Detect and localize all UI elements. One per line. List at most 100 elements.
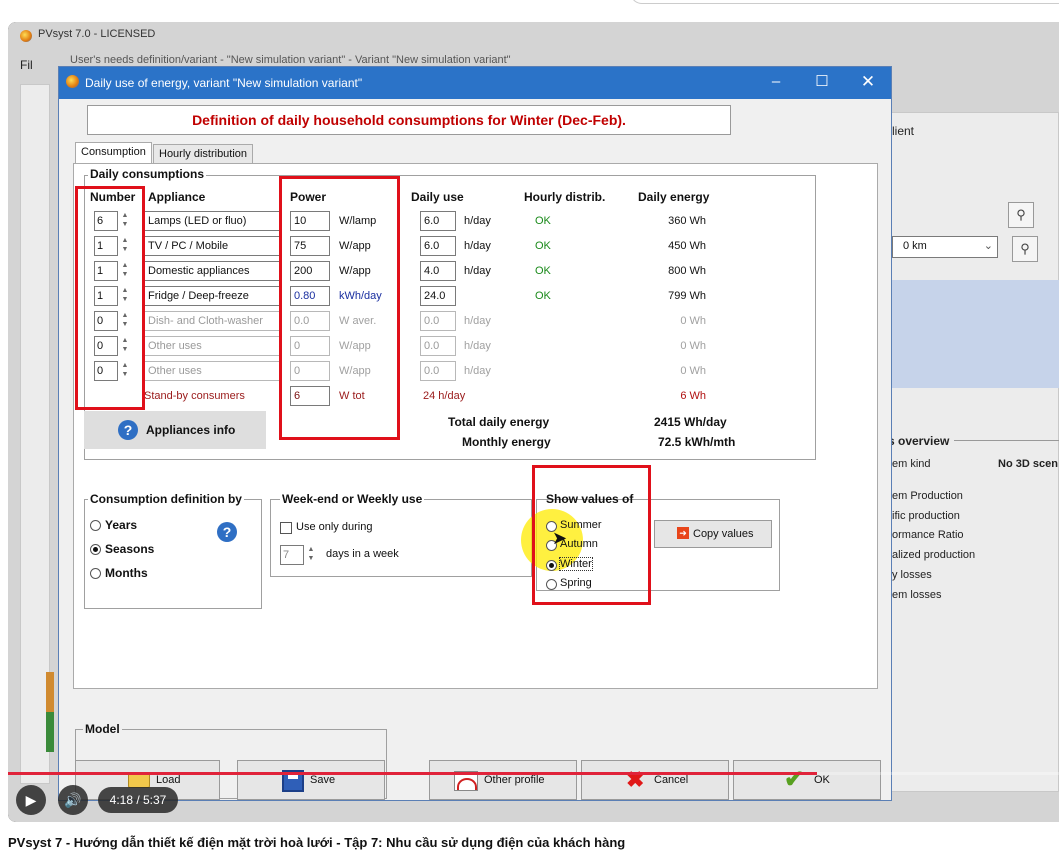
standby-label: Stand-by consumers bbox=[144, 390, 245, 402]
radio-months-label: Months bbox=[105, 566, 148, 580]
spinner-arrows-icon[interactable]: ▲ ▼ bbox=[306, 545, 316, 565]
other-profile-label: Other profile bbox=[484, 774, 545, 786]
volume-icon[interactable]: 🔊 bbox=[58, 785, 88, 815]
row-appliance-field[interactable]: Fridge / Deep-freeze bbox=[144, 286, 280, 306]
row-hourly-status: OK bbox=[535, 215, 551, 227]
row-appliance-field[interactable]: Domestic appliances bbox=[144, 261, 280, 281]
copy-values-button[interactable]: ➜ Copy values bbox=[654, 520, 772, 548]
dialog-titlebar: Daily use of energy, variant "New simula… bbox=[59, 67, 891, 99]
row-use-unit: h/day bbox=[464, 365, 491, 377]
search-bar-edge[interactable] bbox=[630, 0, 1059, 4]
consumption-def-title: Consumption definition by bbox=[88, 492, 244, 506]
row-appliance-field[interactable]: Lamps (LED or fluo) bbox=[144, 211, 280, 231]
row-daily-use-field[interactable]: 0.0 bbox=[420, 336, 456, 356]
row-daily-energy: 0 Wh bbox=[680, 315, 706, 327]
progress-bar[interactable] bbox=[8, 772, 817, 775]
consumption-help-icon[interactable]: ? bbox=[217, 522, 237, 542]
row-use-unit: h/day bbox=[464, 340, 491, 352]
daily-consumptions-title: Daily consumptions bbox=[88, 167, 207, 181]
col-appliance: Appliance bbox=[148, 190, 206, 204]
minimize-button[interactable]: – bbox=[753, 67, 799, 99]
file-menu[interactable]: Fil bbox=[20, 58, 33, 72]
monthly-label: Monthly energy bbox=[462, 435, 551, 449]
weekend-title: Week-end or Weekly use bbox=[280, 492, 425, 506]
row-daily-energy: 799 Wh bbox=[668, 290, 706, 302]
help-icon: ? bbox=[118, 420, 138, 440]
row-daily-energy: 0 Wh bbox=[680, 365, 706, 377]
green-check-icon: ✔ bbox=[784, 766, 805, 793]
copy-values-label: Copy values bbox=[693, 528, 754, 540]
row-use-unit: h/day bbox=[464, 315, 491, 327]
row-use-unit: h/day bbox=[464, 240, 491, 252]
save-label: Save bbox=[310, 774, 336, 786]
overview-title: s overview bbox=[888, 434, 950, 448]
ok-button[interactable]: ✔ OK bbox=[733, 760, 881, 800]
row-daily-use-field[interactable]: 24.0 bbox=[420, 286, 456, 306]
days-label: days in a week bbox=[326, 548, 399, 560]
row-hourly-status: OK bbox=[535, 240, 551, 252]
row-hourly-status: OK bbox=[535, 265, 551, 277]
days-value: 7 bbox=[280, 545, 304, 565]
zoom-icon[interactable]: ⚲ bbox=[1008, 202, 1034, 228]
overview-divider bbox=[954, 440, 1059, 441]
close-button[interactable]: ✕ bbox=[845, 67, 891, 99]
right-blue-area bbox=[886, 280, 1059, 388]
page-header: Definition of daily household consumptio… bbox=[87, 105, 731, 135]
radio-years-label: Years bbox=[105, 518, 138, 532]
distance-select[interactable]: 0 km ⌄ bbox=[892, 236, 998, 258]
folder-icon bbox=[128, 773, 150, 788]
weekend-group bbox=[270, 499, 532, 577]
zoom-icon-2[interactable]: ⚲ bbox=[1012, 236, 1038, 262]
video-caption: PVsyst 7 - Hướng dẫn thiết kế điện mặt t… bbox=[8, 835, 626, 850]
daily-use-dialog: Daily use of energy, variant "New simula… bbox=[58, 66, 892, 801]
days-spinner[interactable]: 7 ▲ ▼ bbox=[280, 545, 316, 565]
load-label: Load bbox=[156, 774, 181, 786]
row-appliance-field[interactable]: Other uses bbox=[144, 336, 280, 356]
row-daily-use-field[interactable]: 0.0 bbox=[420, 311, 456, 331]
row-daily-use-field[interactable]: 6.0 bbox=[420, 236, 456, 256]
tab-consumption[interactable]: Consumption bbox=[75, 142, 152, 164]
row-daily-energy: 0 Wh bbox=[680, 340, 706, 352]
other-profile-button[interactable]: Other profile bbox=[429, 760, 577, 800]
appliances-info-button[interactable]: ? Appliances info bbox=[84, 411, 266, 449]
overview-line-1: em Production bbox=[892, 490, 963, 502]
behind-window-title: User's needs definition/variant - "New s… bbox=[70, 54, 511, 66]
maximize-button[interactable]: ☐ bbox=[799, 67, 845, 99]
standby-daily-use: 24 h/day bbox=[423, 390, 466, 402]
arrow-right-icon: ➜ bbox=[677, 527, 689, 539]
appliances-info-label: Appliances info bbox=[146, 423, 236, 437]
save-button[interactable]: Save bbox=[237, 760, 385, 800]
row-use-unit: h/day bbox=[464, 265, 491, 277]
row-use-unit: h/day bbox=[464, 215, 491, 227]
annotation-box-power bbox=[279, 176, 400, 440]
play-button[interactable]: ▶ bbox=[16, 785, 46, 815]
overview-line-2: ific production bbox=[892, 510, 960, 522]
row-daily-energy: 360 Wh bbox=[668, 215, 706, 227]
row-appliance-field[interactable]: Other uses bbox=[144, 361, 280, 381]
row-appliance-field[interactable]: TV / PC / Mobile bbox=[144, 236, 280, 256]
video-frame[interactable]: PVsyst 7.0 - LICENSED Fil User's needs d… bbox=[8, 22, 1059, 822]
tab-hourly-distribution[interactable]: Hourly distribution bbox=[153, 144, 254, 164]
radio-years[interactable] bbox=[90, 520, 101, 531]
annotation-box-number bbox=[75, 186, 145, 410]
row-appliance-field[interactable]: Dish- and Cloth-washer bbox=[144, 311, 280, 331]
standby-energy: 6 Wh bbox=[680, 390, 706, 402]
cancel-button[interactable]: ✖ Cancel bbox=[581, 760, 729, 800]
col-daily-energy: Daily energy bbox=[638, 190, 710, 204]
row-daily-use-field[interactable]: 4.0 bbox=[420, 261, 456, 281]
total-daily-label: Total daily energy bbox=[448, 415, 550, 429]
app-title: PVsyst 7.0 - LICENSED bbox=[38, 28, 156, 40]
radio-seasons-label: Seasons bbox=[105, 542, 155, 556]
overview-line-6: em losses bbox=[892, 589, 942, 601]
radio-seasons[interactable] bbox=[90, 544, 101, 555]
use-only-checkbox[interactable] bbox=[280, 522, 292, 534]
model-title: Model bbox=[83, 722, 122, 736]
time-display: 4:18 / 5:37 bbox=[98, 787, 178, 813]
red-x-icon: ✖ bbox=[626, 767, 645, 792]
row-daily-use-field[interactable]: 0.0 bbox=[420, 361, 456, 381]
left-indicator-green bbox=[46, 712, 54, 752]
radio-months[interactable] bbox=[90, 568, 101, 579]
monthly-value: 72.5 kWh/mth bbox=[658, 435, 736, 449]
overview-line-3: ormance Ratio bbox=[892, 529, 964, 541]
row-daily-use-field[interactable]: 6.0 bbox=[420, 211, 456, 231]
